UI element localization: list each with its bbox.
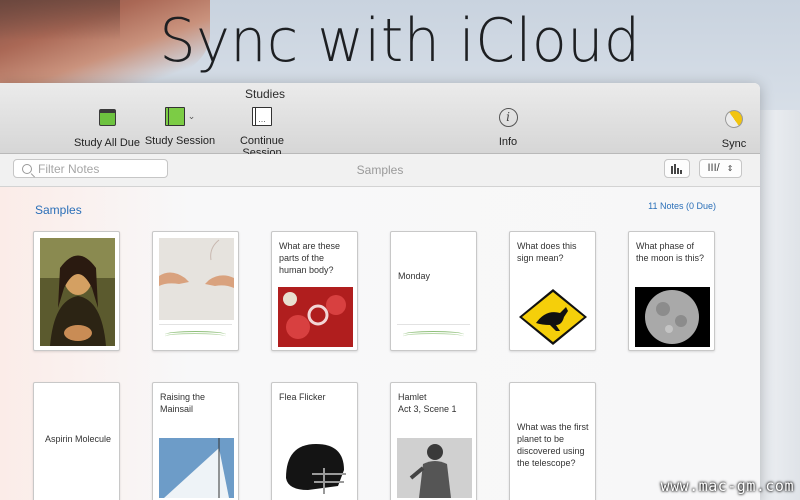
note-card[interactable]: Raising the Mainsail bbox=[152, 382, 239, 500]
full-moon-image bbox=[635, 287, 710, 347]
mona-lisa-image bbox=[40, 238, 115, 346]
card-text: Aspirin Molecule bbox=[45, 434, 112, 444]
blood-cells-image bbox=[278, 287, 353, 347]
study-session-label: Study Session bbox=[144, 135, 216, 147]
notes-count[interactable]: 11 Notes (0 Due) bbox=[648, 201, 716, 211]
continue-session-button[interactable]: … Continue Session bbox=[219, 107, 305, 159]
card-text: Hamlet Act 3, Scene 1 bbox=[398, 392, 457, 414]
updown-chevron-icon: ⇕ bbox=[726, 164, 734, 173]
note-card[interactable]: What does this sign mean? bbox=[509, 231, 596, 351]
sync-icon bbox=[721, 106, 747, 132]
note-card[interactable]: Hamlet Act 3, Scene 1 bbox=[390, 382, 477, 500]
info-icon: i bbox=[498, 108, 518, 127]
watermark: www.mac-gm.com bbox=[660, 477, 794, 495]
sync-button[interactable]: Sync bbox=[718, 106, 750, 150]
toolbar: Studies Study All Due ⌄ Study Session … … bbox=[0, 83, 760, 159]
audio-wave-icon bbox=[159, 324, 232, 343]
deck-icon bbox=[164, 107, 185, 126]
info-label: Info bbox=[498, 136, 518, 148]
card-text: Raising the Mainsail bbox=[160, 392, 206, 414]
note-card[interactable]: Flea Flicker bbox=[271, 382, 358, 500]
note-card[interactable]: Monday bbox=[390, 231, 477, 351]
creation-of-adam-image bbox=[159, 238, 234, 320]
continue-deck-icon: … bbox=[252, 107, 272, 126]
note-card[interactable]: What was the first planet to be discover… bbox=[509, 382, 596, 500]
card-text: What was the first planet to be discover… bbox=[517, 422, 589, 468]
note-card[interactable]: What phase of the moon is this? bbox=[628, 231, 715, 351]
statistics-button[interactable] bbox=[664, 159, 690, 178]
calendar-icon bbox=[98, 109, 116, 126]
app-window: Studies Study All Due ⌄ Study Session … … bbox=[0, 83, 760, 500]
view-mode-popup[interactable]: III/ ⇕ bbox=[699, 159, 742, 178]
chevron-down-icon: ⌄ bbox=[187, 111, 196, 121]
view-mode-label: III/ bbox=[707, 162, 720, 174]
notes-grid-area: Samples 11 Notes (0 Due) What are these … bbox=[0, 187, 760, 500]
study-session-button[interactable]: ⌄ Study Session bbox=[144, 107, 216, 147]
note-card[interactable]: Aspirin Molecule bbox=[33, 382, 120, 500]
filter-bar: Filter Notes Samples III/ ⇕ bbox=[0, 154, 760, 187]
sail-image bbox=[159, 438, 234, 498]
kangaroo-sign-image bbox=[516, 287, 591, 347]
bar-chart-icon bbox=[671, 164, 682, 174]
card-text: What phase of the moon is this? bbox=[636, 241, 705, 263]
promo-headline: Sync with iCloud bbox=[159, 6, 641, 76]
note-card[interactable] bbox=[33, 231, 120, 351]
window-title: Studies bbox=[244, 87, 286, 101]
study-all-due-button[interactable]: Study All Due bbox=[73, 107, 141, 149]
card-text: Flea Flicker bbox=[279, 392, 326, 402]
info-button[interactable]: i Info bbox=[492, 107, 524, 148]
card-text: What does this sign mean? bbox=[517, 241, 577, 263]
note-card[interactable]: What are these parts of the human body? bbox=[271, 231, 358, 351]
section-title[interactable]: Samples bbox=[35, 203, 82, 217]
football-helmet-image bbox=[278, 438, 353, 498]
note-card[interactable] bbox=[152, 231, 239, 351]
sync-label: Sync bbox=[721, 138, 747, 150]
card-text: Monday bbox=[398, 271, 431, 281]
statue-image bbox=[397, 438, 472, 498]
study-all-due-label: Study All Due bbox=[73, 137, 141, 149]
deck-name-label: Samples bbox=[356, 163, 404, 177]
audio-wave-icon bbox=[397, 324, 470, 343]
card-text: What are these parts of the human body? bbox=[279, 241, 341, 275]
